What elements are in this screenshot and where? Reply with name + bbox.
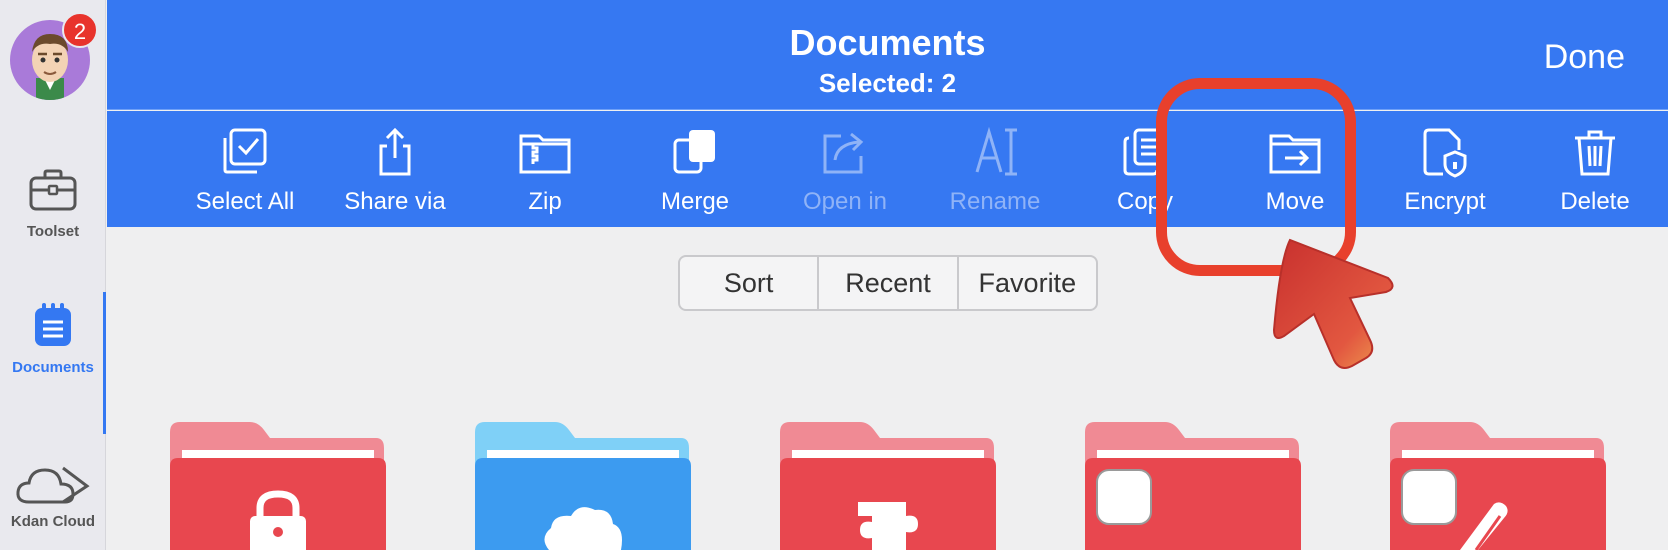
share-via-button[interactable]: Share via: [320, 111, 470, 227]
folder-locked[interactable]: [170, 420, 386, 550]
sidebar: 2 Toolset Documents Kdan Cloud: [0, 0, 106, 550]
merge-icon: [673, 130, 715, 174]
folder-icon: [780, 422, 996, 550]
briefcase-icon: [29, 169, 77, 211]
open-in-button[interactable]: Open in: [770, 111, 920, 227]
segment-favorite[interactable]: Favorite: [959, 257, 1096, 309]
cloud-icon: [16, 466, 90, 504]
folder-checkbox-1[interactable]: [1085, 420, 1301, 550]
page-title: Documents: [789, 22, 986, 63]
trash-icon: [1575, 130, 1615, 176]
share-via-label: Share via: [344, 188, 446, 215]
zip-label: Zip: [528, 188, 562, 215]
done-button[interactable]: Done: [1544, 38, 1625, 77]
open-in-label: Open in: [802, 188, 888, 215]
active-indicator: [103, 292, 106, 434]
merge-button[interactable]: Merge: [620, 111, 770, 227]
pointer-cursor-icon: [1272, 238, 1394, 369]
sidebar-item-label: Documents: [12, 359, 94, 376]
select-all-button[interactable]: Select All: [170, 111, 320, 227]
action-toolbar: Select All Share via Zip Merge Open in R…: [107, 111, 1668, 227]
delete-button[interactable]: Delete: [1520, 111, 1668, 227]
open-in-icon: [823, 132, 864, 174]
encrypt-label: Encrypt: [1404, 188, 1486, 215]
selection-count: Selected: 2: [818, 68, 957, 98]
segment-recent[interactable]: Recent: [819, 257, 959, 309]
folder-cloud[interactable]: [475, 420, 691, 550]
encrypt-icon: [1423, 128, 1467, 178]
select-all-icon: [223, 128, 267, 174]
folder-checkbox-2[interactable]: [1390, 420, 1606, 550]
merge-label: Merge: [660, 188, 730, 215]
checkbox-icon: [1096, 469, 1152, 525]
folder-icon: [1085, 422, 1301, 550]
share-icon: [379, 127, 411, 176]
folder-icon: [475, 422, 691, 550]
header-bar: Documents Selected: 2 Done: [107, 0, 1668, 110]
sidebar-item-documents[interactable]: Documents: [0, 302, 106, 376]
sidebar-item-kdan-cloud[interactable]: Kdan Cloud: [0, 462, 106, 530]
zip-button[interactable]: Zip: [470, 111, 620, 227]
checkbox-icon: [1401, 469, 1457, 525]
folder-icon: [170, 422, 386, 550]
folder-plugins[interactable]: [780, 420, 996, 550]
sort-segmented-control: Sort Recent Favorite: [678, 255, 1098, 311]
sidebar-item-label: Kdan Cloud: [10, 513, 96, 530]
select-all-label: Select All: [195, 188, 295, 215]
zip-icon: [519, 134, 571, 174]
sidebar-item-toolset[interactable]: Toolset: [0, 168, 106, 240]
notification-badge: 2: [62, 12, 98, 48]
document-list-icon: [35, 303, 71, 346]
segment-sort[interactable]: Sort: [680, 257, 820, 309]
encrypt-button[interactable]: Encrypt: [1370, 111, 1520, 227]
sidebar-item-label: Toolset: [26, 223, 80, 240]
rename-icon: [975, 126, 1017, 176]
folder-icon: [1390, 422, 1606, 550]
rename-label: Rename: [949, 188, 1041, 215]
delete-label: Delete: [1560, 188, 1630, 215]
rename-button[interactable]: Rename: [920, 111, 1070, 227]
